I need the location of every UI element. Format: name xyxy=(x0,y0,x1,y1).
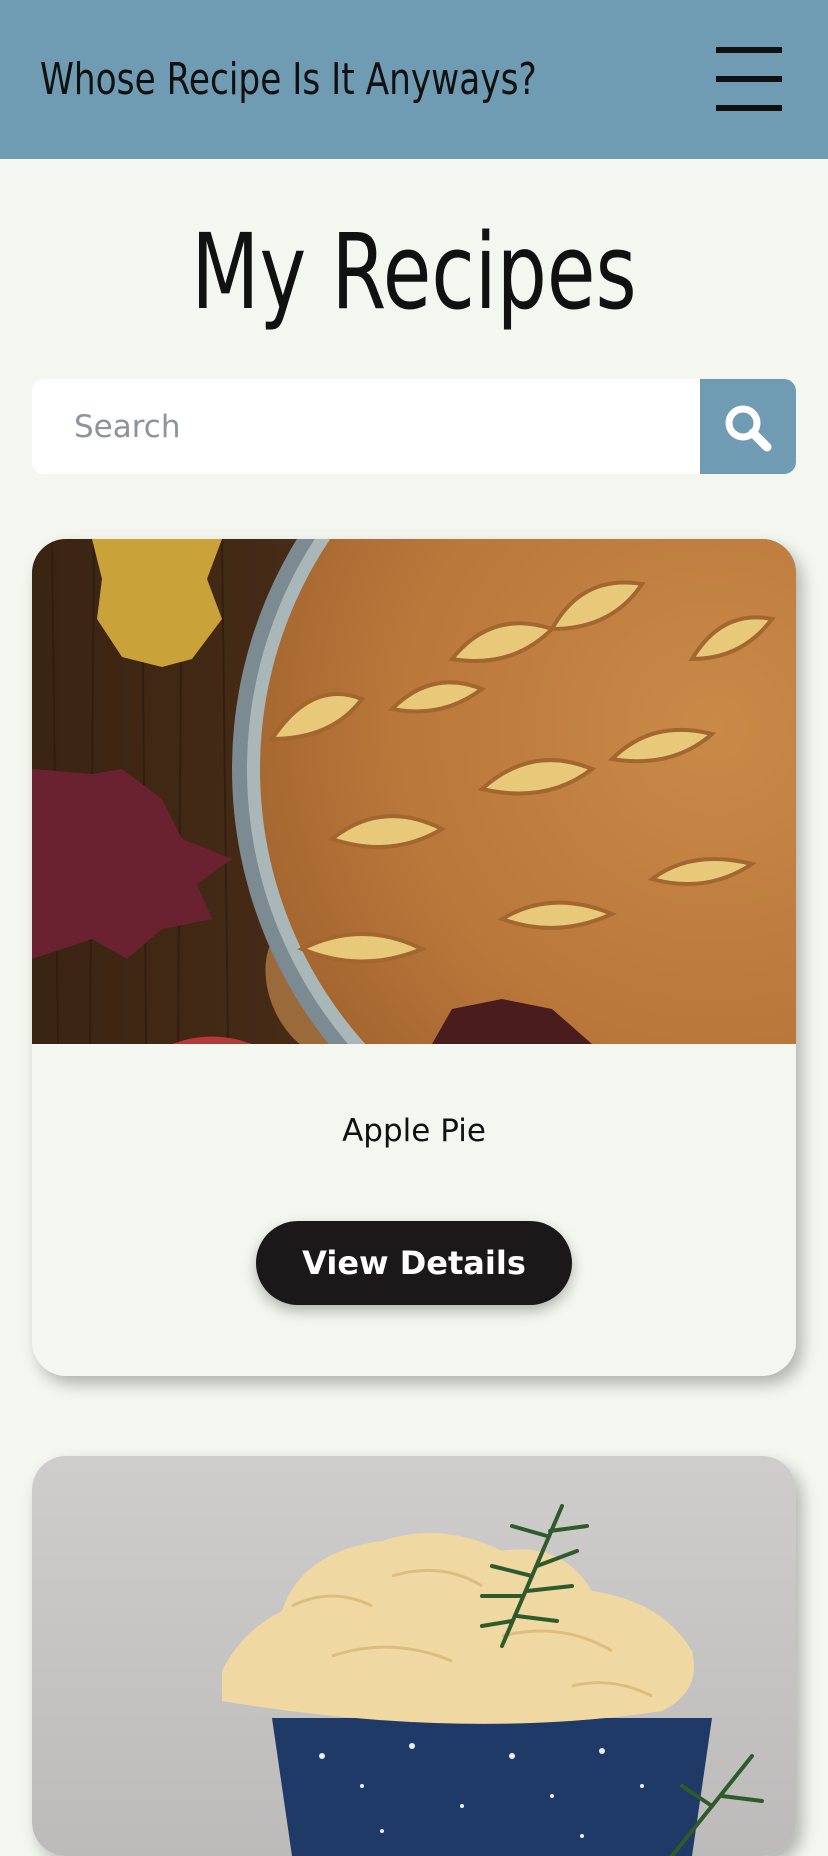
recipe-image-apple-pie[interactable] xyxy=(32,539,796,1044)
recipe-name: Apple Pie xyxy=(342,1113,486,1149)
search-button[interactable] xyxy=(700,379,796,474)
app-header: Whose Recipe Is It Anyways? xyxy=(0,0,828,159)
search-input[interactable] xyxy=(32,379,700,474)
search-bar xyxy=(32,379,796,474)
recipe-card: Apple Pie View Details xyxy=(32,539,796,1376)
search-icon xyxy=(725,405,772,452)
menu-bar-line xyxy=(716,47,782,53)
page-title: My Recipes xyxy=(191,211,637,333)
hamburger-menu-icon[interactable] xyxy=(716,46,782,112)
app-brand-title[interactable]: Whose Recipe Is It Anyways? xyxy=(40,52,537,108)
menu-bar-line xyxy=(716,105,782,111)
view-details-button[interactable]: View Details xyxy=(256,1221,572,1305)
recipe-card xyxy=(32,1456,796,1856)
recipe-image-ice-cream[interactable] xyxy=(32,1456,796,1856)
menu-bar-line xyxy=(716,76,782,82)
